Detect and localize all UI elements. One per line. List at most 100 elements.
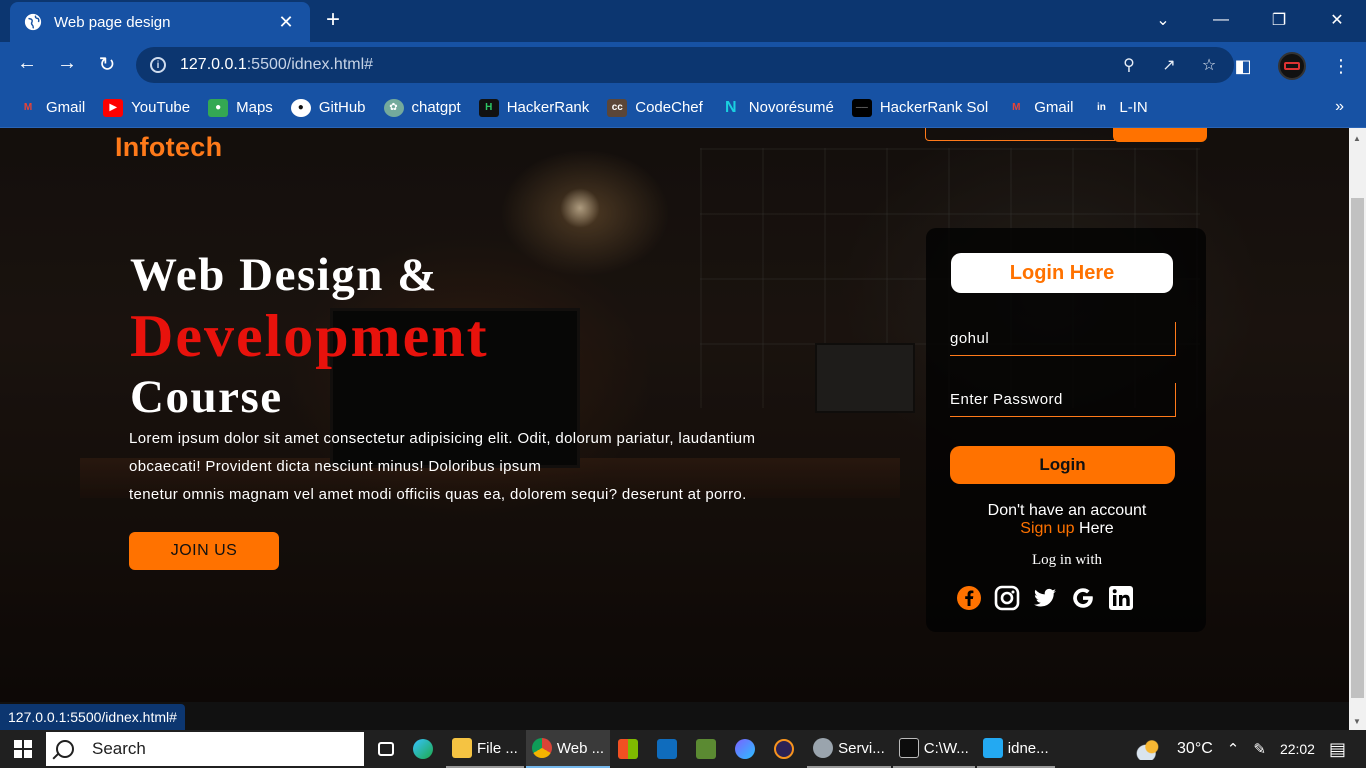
link-status-bubble: 127.0.0.1:5500/idnex.html# — [0, 704, 185, 730]
bookmark-gmail-2[interactable]: M Gmail — [1006, 99, 1073, 117]
forward-icon[interactable]: → — [54, 52, 80, 75]
weather-icon[interactable] — [1135, 738, 1164, 760]
login-title: Login Here — [951, 253, 1173, 293]
bookmark-label: Gmail — [46, 99, 86, 116]
page-scrollbar[interactable]: ▲ ▼ — [1349, 128, 1366, 730]
bookmark-linkedin[interactable]: in L-IN — [1091, 99, 1148, 117]
pen-icon[interactable]: ✎ — [1253, 740, 1266, 758]
site-logo[interactable]: Infotech — [115, 132, 222, 163]
minimize-icon[interactable]: — — [1192, 0, 1250, 40]
taskbar-item-label: File ... — [477, 739, 518, 757]
menu-kebab-icon[interactable]: ⋮ — [1330, 56, 1352, 77]
terminal-icon — [898, 738, 919, 758]
linkedin-icon[interactable] — [1108, 585, 1134, 611]
google-icon[interactable] — [1070, 585, 1096, 611]
mail-icon[interactable] — [651, 730, 688, 768]
hackerrank-sol-icon: —— — [851, 98, 872, 117]
browser-tab[interactable]: Web page design ✕ — [10, 2, 310, 42]
signup-link[interactable]: Sign up — [1020, 520, 1074, 537]
bookmark-star-icon[interactable]: ☆ — [1198, 55, 1220, 75]
bookmark-youtube[interactable]: ▶ YouTube — [103, 98, 191, 117]
store-icon[interactable] — [612, 730, 649, 768]
url-path: :5500/idnex.html# — [246, 56, 374, 73]
background-lamp — [560, 188, 600, 228]
window-close-icon[interactable]: ✕ — [1308, 0, 1366, 40]
taskbar-terminal[interactable]: C:\W... — [892, 730, 975, 768]
facebook-icon[interactable] — [956, 585, 982, 611]
signup-tail: Here — [1074, 520, 1114, 537]
bookmark-gmail[interactable]: M Gmail — [18, 99, 85, 117]
hero-paragraph-line: obcaecati! Provident dicta nesciunt minu… — [129, 458, 542, 475]
minecraft-icon[interactable] — [690, 730, 727, 768]
bookmark-codechef[interactable]: cc CodeChef — [607, 98, 703, 117]
taskbar-vscode[interactable]: idne... — [976, 730, 1055, 768]
maps-icon: ● — [208, 98, 229, 117]
novoresume-icon: N — [725, 98, 737, 116]
tray-chevron-icon[interactable]: ⌃ — [1227, 740, 1240, 758]
close-tab-icon[interactable]: ✕ — [276, 12, 296, 33]
bookmark-label: Gmail — [1034, 99, 1074, 116]
bookmark-label: HackerRank Sol — [879, 99, 989, 116]
scroll-down-icon[interactable]: ▼ — [1353, 717, 1361, 726]
file-explorer-icon — [452, 738, 472, 758]
github-icon: ● — [290, 98, 311, 117]
bookmark-label: Novorésumé — [748, 99, 834, 116]
profile-avatar[interactable] — [1278, 52, 1306, 80]
notifications-icon[interactable]: ▤ — [1329, 739, 1346, 760]
taskbar-search-label: Search — [92, 739, 146, 758]
bookmarks-bar: M Gmail ▶ YouTube ● Maps ● GitHub ✿ chatgpt H… — [0, 88, 1366, 128]
linkedin-icon: in — [1096, 102, 1106, 113]
side-panel-icon[interactable]: ◧ — [1232, 56, 1254, 77]
join-us-button[interactable]: JOIN US — [129, 532, 279, 570]
taskbar-item-label: C:\W... — [923, 739, 969, 757]
task-view-icon[interactable] — [372, 730, 405, 768]
login-button[interactable]: Login — [950, 446, 1175, 484]
edge-icon[interactable] — [407, 730, 444, 768]
bookmark-chatgpt[interactable]: ✿ chatgpt — [383, 98, 461, 117]
bookmark-hackerrank[interactable]: H HackerRank — [478, 98, 589, 117]
bookmark-github[interactable]: ● GitHub — [290, 98, 366, 117]
instagram-icon[interactable] — [994, 585, 1020, 611]
restore-icon[interactable]: ❐ — [1250, 0, 1308, 40]
copilot-icon[interactable] — [729, 730, 766, 768]
new-tab-button[interactable]: + — [326, 8, 340, 32]
reload-icon[interactable]: ↻ — [94, 52, 120, 77]
username-field[interactable]: gohul — [950, 322, 1176, 356]
password-field[interactable]: Enter Password — [950, 383, 1176, 417]
more-bookmarks-icon[interactable]: » — [1335, 98, 1344, 116]
site-search-input[interactable] — [925, 128, 1115, 141]
twitter-icon[interactable] — [1032, 585, 1058, 611]
search-icon — [56, 740, 74, 758]
bookmark-hackerrank-sol[interactable]: —— HackerRank Sol — [851, 98, 989, 117]
hero-paragraph-line: tenetur omnis magnam vel amet modi offic… — [129, 486, 747, 503]
hero-paragraph-line: Lorem ipsum dolor sit amet consectetur a… — [129, 430, 756, 447]
gmail-icon: M — [1012, 102, 1021, 113]
taskbar-chrome[interactable]: Web ... — [525, 730, 611, 768]
login-with-label: Log in with — [1032, 552, 1102, 568]
taskbar-item-label: Servi... — [838, 739, 885, 757]
bookmark-maps[interactable]: ● Maps — [208, 98, 273, 117]
site-info-icon[interactable]: i — [150, 57, 166, 73]
windows-start-icon[interactable] — [0, 730, 46, 768]
bookmark-label: YouTube — [131, 99, 191, 116]
browser-toolbar: ← → ↻ i 127.0.0.1:5500/idnex.html# ⚲ ↗ ☆… — [0, 42, 1366, 88]
back-icon[interactable]: ← — [14, 52, 40, 75]
site-search-button[interactable] — [1113, 128, 1207, 142]
chrome-icon — [531, 738, 552, 758]
taskbar-file-explorer[interactable]: File ... — [446, 730, 524, 768]
taskbar-services[interactable]: Servi... — [807, 730, 891, 768]
eclipse-icon[interactable] — [768, 730, 805, 768]
tab-search-icon[interactable]: ⌄ — [1134, 0, 1192, 40]
taskbar-search[interactable]: Search — [46, 732, 364, 766]
scrollbar-thumb[interactable] — [1351, 198, 1364, 698]
weather-temperature[interactable]: 30°C — [1177, 740, 1213, 758]
bookmark-novoresume[interactable]: N Novorésumé — [721, 99, 834, 117]
share-icon[interactable]: ↗ — [1158, 55, 1180, 75]
login-form: Login Here gohul Enter Password Login Do… — [926, 228, 1206, 632]
scroll-up-icon[interactable]: ▲ — [1353, 134, 1361, 143]
clock[interactable]: 22:02 — [1280, 741, 1315, 757]
address-bar[interactable]: i 127.0.0.1:5500/idnex.html# ⚲ ↗ ☆ — [136, 47, 1234, 83]
hero-line-1: Web Design & — [130, 249, 438, 301]
hackerrank-icon: H — [478, 98, 499, 117]
zoom-icon[interactable]: ⚲ — [1118, 55, 1140, 75]
